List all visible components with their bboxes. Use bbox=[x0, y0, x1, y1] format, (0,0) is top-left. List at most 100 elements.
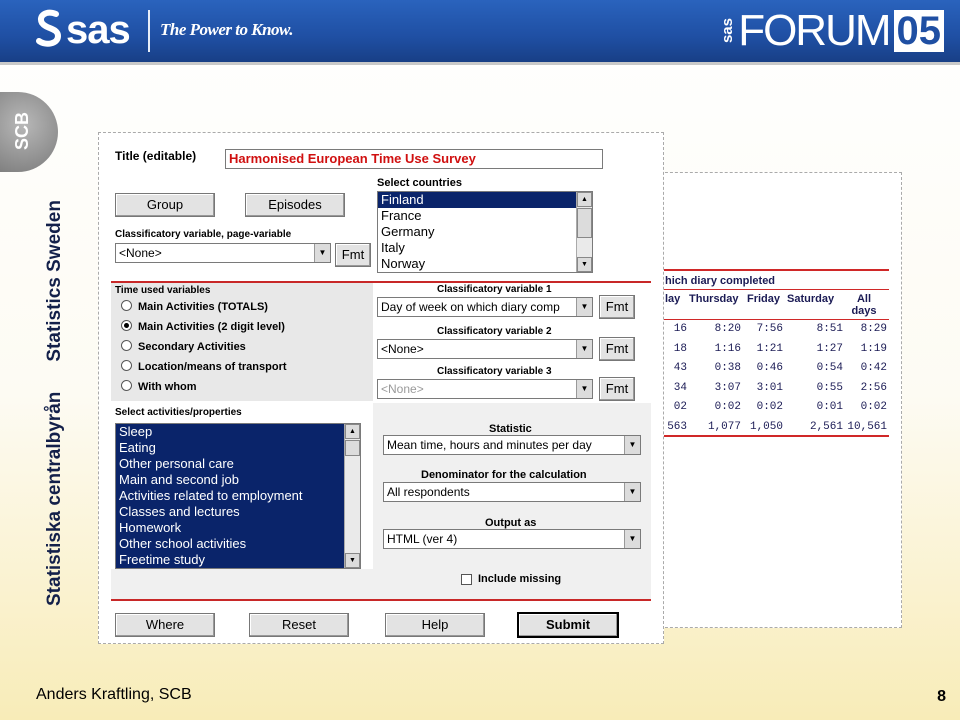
col-header-2: Friday bbox=[747, 293, 781, 305]
class-var3-value: <None> bbox=[381, 382, 424, 396]
activity-option[interactable]: Other personal care bbox=[116, 456, 360, 472]
table-cell: 16 bbox=[673, 323, 687, 335]
table-cell: 1:19 bbox=[860, 342, 887, 355]
countries-scrollbar[interactable]: ▲ ▼ bbox=[576, 192, 592, 272]
table-cell: 10,561 bbox=[847, 420, 887, 433]
scroll-thumb[interactable] bbox=[345, 440, 360, 456]
activity-option[interactable]: Eating bbox=[116, 440, 360, 456]
table-cell: 3:01 bbox=[756, 381, 783, 394]
time-used-option[interactable]: Main Activities (2 digit level) bbox=[121, 319, 285, 337]
class-var1-select[interactable]: Day of week on which diary comp ▼ bbox=[377, 297, 593, 317]
class-var2-fmt-button[interactable]: Fmt bbox=[599, 337, 635, 361]
table-cell: 1,077 bbox=[707, 420, 741, 433]
class-var1-fmt-button[interactable]: Fmt bbox=[599, 295, 635, 319]
country-option[interactable]: Norway bbox=[378, 256, 592, 272]
activities-listbox[interactable]: Sleep Eating Other personal care Main and s… bbox=[115, 423, 361, 569]
table-cell: 8:20 bbox=[714, 323, 741, 335]
time-used-option[interactable]: Secondary Activities bbox=[121, 339, 246, 357]
table-cell: 0:38 bbox=[714, 362, 741, 374]
group-button[interactable]: Group bbox=[115, 193, 215, 217]
title-input[interactable]: Harmonised European Time Use Survey bbox=[225, 149, 603, 169]
class-var2-select[interactable]: <None> ▼ bbox=[377, 339, 593, 359]
class-var3-select[interactable]: <None> ▼ bbox=[377, 379, 593, 399]
episodes-button[interactable]: Episodes bbox=[245, 193, 345, 217]
output-value: HTML (ver 4) bbox=[387, 532, 458, 546]
scroll-up-icon[interactable]: ▲ bbox=[345, 424, 360, 439]
page-variable-fmt-button[interactable]: Fmt bbox=[335, 243, 371, 267]
country-option[interactable]: Germany bbox=[378, 224, 592, 240]
class-var2-label: Classificatory variable 2 bbox=[437, 326, 552, 337]
statistic-value: Mean time, hours and minutes per day bbox=[387, 438, 592, 452]
table-row: 18 1:16 1:21 1:27 1:19 bbox=[651, 343, 901, 363]
table-cell: 43 bbox=[673, 362, 687, 374]
table-header-rule bbox=[663, 289, 889, 290]
include-missing-checkbox[interactable] bbox=[461, 573, 472, 585]
country-option[interactable]: France bbox=[378, 208, 592, 224]
table-row: 16 8:20 7:56 8:51 8:29 bbox=[651, 323, 901, 343]
page-variable-value: <None> bbox=[119, 246, 162, 260]
time-used-option[interactable]: With whom bbox=[121, 379, 197, 397]
activity-option[interactable]: Classes and lectures bbox=[116, 504, 360, 520]
class-var3-fmt-button[interactable]: Fmt bbox=[599, 377, 635, 401]
scroll-up-icon[interactable]: ▲ bbox=[577, 192, 592, 207]
table-cell: 0:02 bbox=[860, 401, 887, 413]
table-cell: 7:56 bbox=[756, 323, 783, 335]
table-row: 34 3:07 3:01 0:55 2:56 bbox=[651, 382, 901, 402]
time-used-option-label: With whom bbox=[138, 381, 197, 393]
activity-option[interactable]: Freetime study bbox=[116, 552, 360, 568]
radio-button[interactable] bbox=[121, 339, 132, 351]
radio-button[interactable] bbox=[121, 319, 132, 331]
class-var2-value: <None> bbox=[381, 342, 424, 356]
sas-tagline: The Power to Know. bbox=[160, 20, 294, 39]
table-cell: 2,561 bbox=[809, 420, 843, 433]
activity-option[interactable]: Homework bbox=[116, 520, 360, 536]
where-button[interactable]: Where bbox=[115, 613, 215, 637]
table-cell: 1:27 bbox=[816, 342, 843, 355]
table-cell: 8:29 bbox=[860, 323, 887, 335]
statistic-select[interactable]: Mean time, hours and minutes per day ▼ bbox=[383, 435, 641, 455]
activities-scrollbar[interactable]: ▲ ▼ bbox=[344, 424, 360, 568]
country-option[interactable]: Finland bbox=[378, 192, 592, 208]
country-option[interactable]: Italy bbox=[378, 240, 592, 256]
page-variable-label: Classificatory variable, page-variable bbox=[115, 229, 292, 240]
table-row: 02 0:02 0:02 0:01 0:02 bbox=[651, 401, 901, 421]
title-label: Title (editable) bbox=[115, 149, 197, 163]
table-cell: 2:56 bbox=[860, 381, 887, 394]
table-cell: 8:51 bbox=[816, 323, 843, 335]
scroll-down-icon[interactable]: ▼ bbox=[577, 257, 592, 272]
activity-option[interactable]: Main and second job bbox=[116, 472, 360, 488]
radio-button[interactable] bbox=[121, 299, 132, 311]
output-select[interactable]: HTML (ver 4) ▼ bbox=[383, 529, 641, 549]
submit-button[interactable]: Submit bbox=[517, 612, 619, 638]
result-table-window: hich diary completed lay Thursday Friday… bbox=[650, 172, 902, 628]
query-form-window: Title (editable) Harmonised European Tim… bbox=[98, 132, 664, 644]
time-used-option[interactable]: Main Activities (TOTALS) bbox=[121, 299, 268, 317]
table-top-rule bbox=[663, 269, 889, 271]
col-header-4: All days bbox=[851, 293, 877, 317]
statistic-label: Statistic bbox=[489, 423, 532, 435]
page-variable-select[interactable]: <None> ▼ bbox=[115, 243, 331, 263]
help-button[interactable]: Help bbox=[385, 613, 485, 637]
reset-button[interactable]: Reset bbox=[249, 613, 349, 637]
chevron-down-icon: ▼ bbox=[576, 340, 592, 358]
activity-option[interactable]: Other school activities bbox=[116, 536, 360, 552]
radio-button[interactable] bbox=[121, 379, 132, 391]
denominator-select[interactable]: All respondents ▼ bbox=[383, 482, 641, 502]
time-used-option[interactable]: Location/means of transport bbox=[121, 359, 287, 377]
countries-listbox[interactable]: Finland France Germany Italy Norway ▲ ▼ bbox=[377, 191, 593, 273]
radio-button[interactable] bbox=[121, 359, 132, 371]
org-name-english: Statistics Sweden bbox=[44, 200, 65, 362]
table-cell: 0:02 bbox=[756, 401, 783, 413]
scroll-thumb[interactable] bbox=[577, 208, 592, 238]
table-cell: 563 bbox=[667, 420, 687, 433]
scb-logo-text: SCB bbox=[12, 111, 32, 150]
footer-author: Anders Kraftling, SCB bbox=[36, 686, 192, 703]
table-cell: 18 bbox=[673, 342, 687, 355]
scroll-down-icon[interactable]: ▼ bbox=[345, 553, 360, 568]
activity-option[interactable]: Sleep bbox=[116, 424, 360, 440]
table-cell: 0:02 bbox=[714, 401, 741, 413]
class-var1-label: Classificatory variable 1 bbox=[437, 284, 552, 295]
activity-option[interactable]: Activities related to employment bbox=[116, 488, 360, 504]
org-name-swedish: Statistiska centralbyrån bbox=[44, 391, 65, 606]
include-missing-row[interactable]: Include missing bbox=[461, 573, 561, 585]
